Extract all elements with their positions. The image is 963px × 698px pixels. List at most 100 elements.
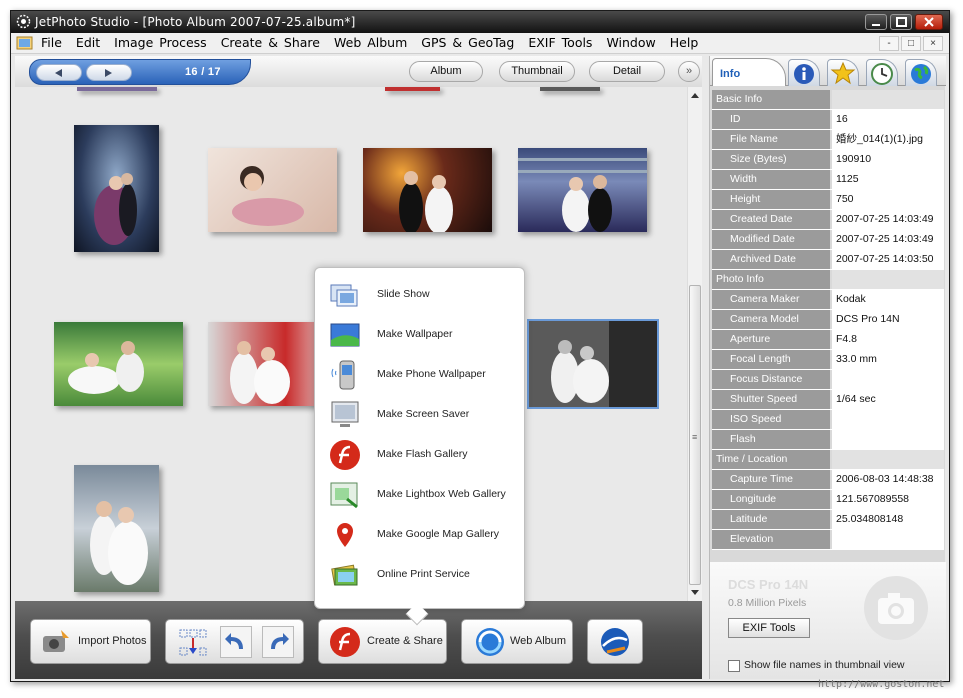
property-row[interactable]: Camera Maker Kodak [712,290,944,310]
more-icon[interactable]: » [678,61,700,82]
sort-grid-icon[interactable] [178,628,208,658]
undo-icon [225,633,243,649]
photo-thumbnail-4[interactable] [518,148,647,232]
property-row[interactable]: Focus Distance [712,370,944,390]
tab-album[interactable]: Album [409,61,483,82]
title-bar[interactable]: JetPhoto Studio - [Photo Album 2007-07-2… [11,11,949,33]
scroll-up-icon[interactable] [691,93,699,98]
property-row[interactable]: Archived Date 2007-07-25 14:03:50 [712,250,944,270]
globe-icon [911,64,931,84]
web-album-button[interactable]: Web Album [461,619,573,664]
menu-gps-geotag[interactable]: GPS & GeoTag [421,35,514,50]
menu-item-make-screen-saver[interactable]: Make Screen Saver [327,398,517,432]
property-row[interactable]: Camera Model DCS Pro 14N [712,310,944,330]
show-file-names-checkbox[interactable] [728,660,740,672]
scrollbar-thumb[interactable]: ≡ [689,285,701,585]
property-row[interactable]: ISO Speed [712,410,944,430]
property-row[interactable]: Created Date 2007-07-25 14:03:49 [712,210,944,230]
page-counter: 16 / 17 [185,66,221,78]
arrow-left-icon [55,69,62,77]
menu-file[interactable]: File [41,35,62,50]
redo-button[interactable] [262,626,294,658]
property-row[interactable]: ID 16 [712,110,944,130]
tab-rating[interactable] [827,59,859,86]
lightbox-icon [330,482,358,509]
camera-model-name: DCS Pro 14N [728,577,809,592]
previous-button[interactable] [36,64,82,81]
menu-item-make-lightbox-web-gallery[interactable]: Make Lightbox Web Gallery [327,478,517,512]
tab-info-icon[interactable] [788,59,820,86]
menu-edit[interactable]: Edit [76,35,100,50]
import-photos-button[interactable]: Import Photos [30,619,151,664]
menu-help[interactable]: Help [670,35,699,50]
next-button[interactable] [86,64,132,81]
mdi-minimize-button[interactable]: - [879,36,899,51]
photo-thumbnail-2[interactable] [208,148,337,232]
menu-image-process[interactable]: Image Process [114,35,207,50]
photo-thumbnail-selected[interactable] [527,319,659,409]
mdi-close-button[interactable]: × [923,36,943,51]
tab-time[interactable] [866,59,898,86]
app-window: JetPhoto Studio - [Photo Album 2007-07-2… [10,10,950,682]
watermark: http://www.goston.net [818,679,945,690]
close-button[interactable] [915,14,943,30]
menu-item-make-google-map-gallery[interactable]: Make Google Map Gallery [327,518,517,552]
scroll-down-icon[interactable] [691,590,699,595]
undo-button[interactable] [220,626,252,658]
map-pin-icon [337,523,353,547]
tab-info[interactable]: Info [712,58,786,86]
property-row[interactable]: Focal Length 33.0 mm [712,350,944,370]
photo-thumbnail-partial[interactable] [385,87,440,91]
property-row[interactable]: Longitude 121.567089558 [712,490,944,510]
photo-thumbnail-partial[interactable] [77,87,157,91]
create-share-popup-menu: Slide Show Make Wallpaper Make Phone Wal… [314,267,525,626]
menu-item-online-print-service[interactable]: Online Print Service [327,558,517,592]
info-property-grid: Basic Info ID 16 File Name 婚紗_014(1)(1).jp… [712,90,944,550]
exif-tools-button[interactable]: EXIF Tools [728,618,810,638]
menu-window[interactable]: Window [606,35,655,50]
menu-item-make-phone-wallpaper[interactable]: Make Phone Wallpaper [327,358,517,392]
property-row[interactable]: Aperture F4.8 [712,330,944,350]
property-row[interactable]: Shutter Speed 1/64 sec [712,390,944,410]
menu-item-make-flash-gallery[interactable]: Make Flash Gallery [327,438,517,472]
flash-icon [330,627,360,657]
minimize-button[interactable] [865,14,887,30]
photo-stack-icon [331,564,358,586]
property-row[interactable]: Latitude 25.034808148 [712,510,944,530]
navigation-bar: 16 / 17 Album Thumbnail Detail » [15,56,702,87]
property-row[interactable]: Flash [712,430,944,450]
photo-thumbnail-5[interactable] [54,322,183,406]
mdi-restore-button[interactable]: □ [901,36,921,51]
menu-web-album[interactable]: Web Album [334,35,407,50]
navigation-pill: 16 / 17 [29,59,251,85]
menu-item-slide-show[interactable]: Slide Show [327,278,517,312]
show-file-names-label[interactable]: Show file names in thumbnail view [744,659,905,671]
create-share-button[interactable]: Create & Share [318,619,447,664]
property-row[interactable]: Width 1125 [712,170,944,190]
arrange-tools-group [165,619,304,664]
property-row[interactable]: Elevation [712,530,944,550]
photo-thumbnail-1[interactable] [74,125,159,252]
maximize-button[interactable] [890,14,912,30]
property-row[interactable]: Height 750 [712,190,944,210]
tab-detail[interactable]: Detail [589,61,665,82]
property-row[interactable]: Capture Time 2006-08-03 14:48:38 [712,470,944,490]
menu-item-make-wallpaper[interactable]: Make Wallpaper [327,318,517,352]
property-row[interactable]: Modified Date 2007-07-25 14:03:49 [712,230,944,250]
property-row[interactable]: File Name 婚紗_014(1)(1).jpg [712,130,944,150]
photo-thumbnail-partial[interactable] [540,87,600,91]
vertical-scrollbar[interactable]: ≡ [687,87,702,601]
menu-exif-tools[interactable]: EXIF Tools [528,35,592,50]
tab-thumbnail[interactable]: Thumbnail [499,61,575,82]
clock-icon [871,63,893,85]
flash-icon [330,440,360,470]
camera-summary: DCS Pro 14N 0.8 Million Pixels EXIF Tool… [710,562,946,679]
property-row[interactable]: Size (Bytes) 190910 [712,150,944,170]
web-album-icon [476,628,504,656]
photo-thumbnail-3[interactable] [363,148,492,234]
menu-create-share[interactable]: Create & Share [221,35,320,50]
tab-location[interactable] [905,59,937,86]
photo-thumbnail-7[interactable] [74,465,159,592]
gps-button[interactable] [587,619,643,664]
document-icon[interactable] [16,35,33,51]
